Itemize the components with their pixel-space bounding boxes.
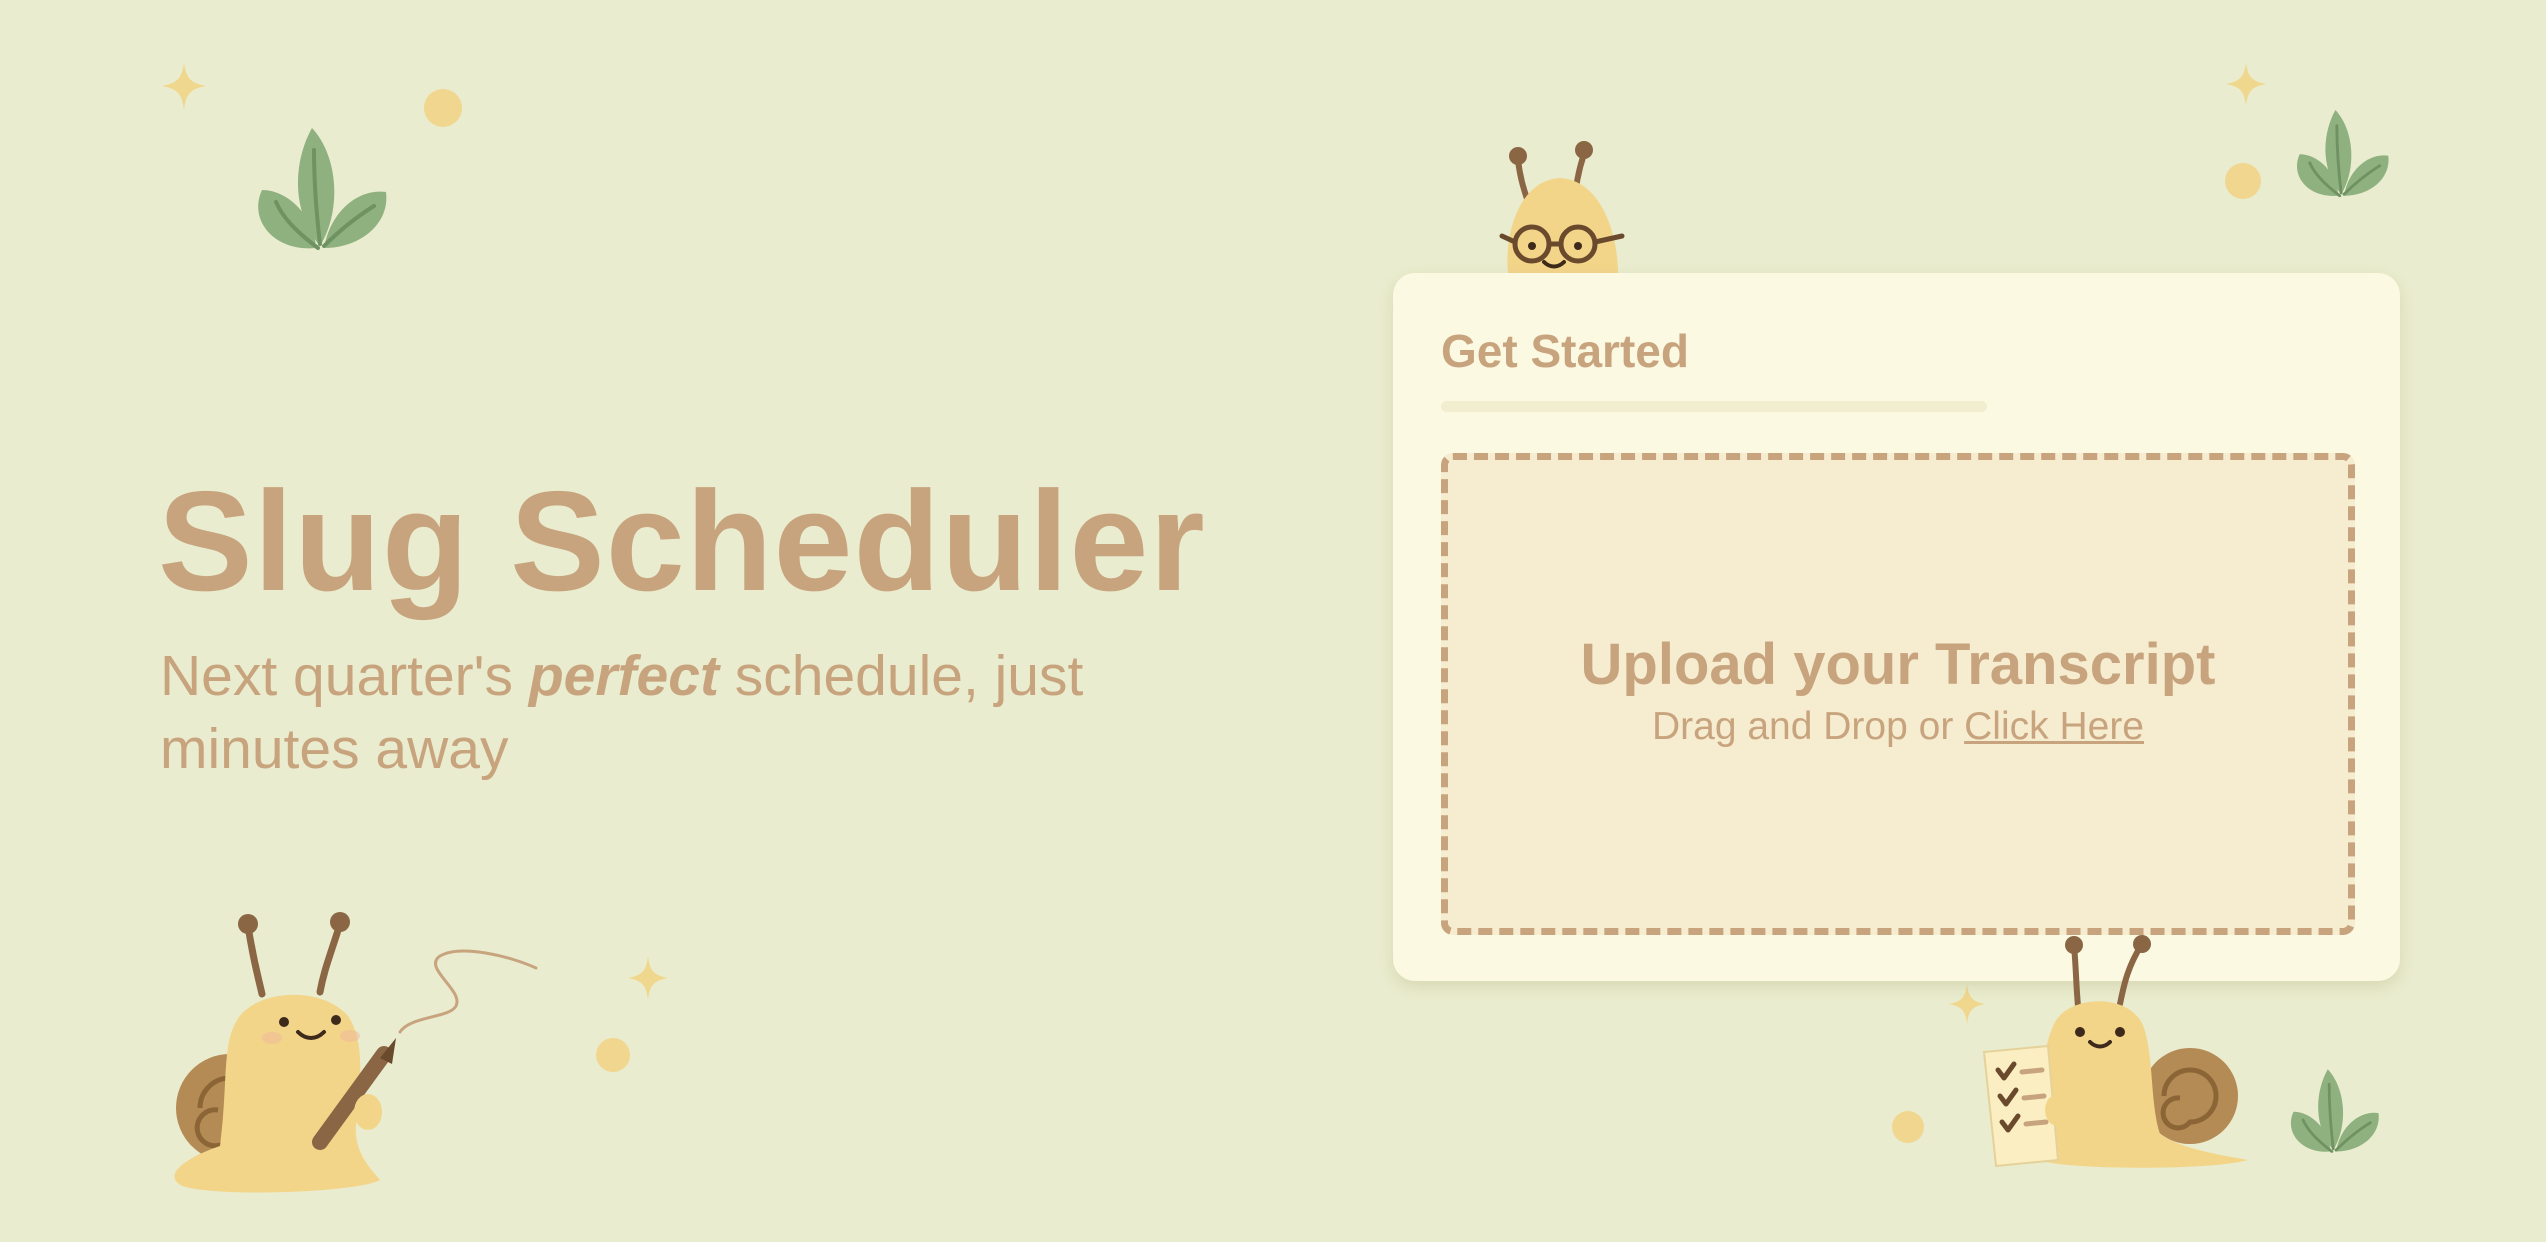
get-started-card: Get Started Upload your Transcript Drag … [1393,273,2400,981]
transcript-upload-dropzone[interactable]: Upload your Transcript Drag and Drop or … [1441,453,2355,935]
snail-with-checklist-icon [1982,935,2248,1168]
sparkle-icon [628,956,668,1000]
sparkle-icon [162,62,206,110]
snail-with-pencil-icon [174,912,538,1193]
tagline-emphasis: perfect [528,644,719,708]
leaf-icon [2290,1069,2379,1153]
leaf-icon [258,128,387,250]
dot-icon [2225,163,2261,199]
card-title: Get Started [1441,325,1689,377]
app-title: Slug Scheduler [158,462,1206,621]
leaf-icon [2296,110,2389,198]
tagline-prefix: Next quarter's [160,644,529,708]
dot-icon [596,1038,630,1072]
snail-with-glasses-icon [1499,141,1625,274]
sparkle-icon [2226,62,2266,106]
dot-icon [1892,1111,1924,1143]
sparkle-icon [1948,984,1986,1024]
app-tagline: Next quarter's perfect schedule, just mi… [160,640,1200,786]
dot-icon [424,89,462,127]
upload-title: Upload your Transcript [1580,632,2216,697]
progress-bar [1441,401,1987,412]
upload-hint-text: Drag and Drop or [1651,705,1965,748]
click-here-link[interactable]: Click Here [1964,705,2144,748]
upload-hint: Drag and Drop or Click Here [1448,704,2348,750]
